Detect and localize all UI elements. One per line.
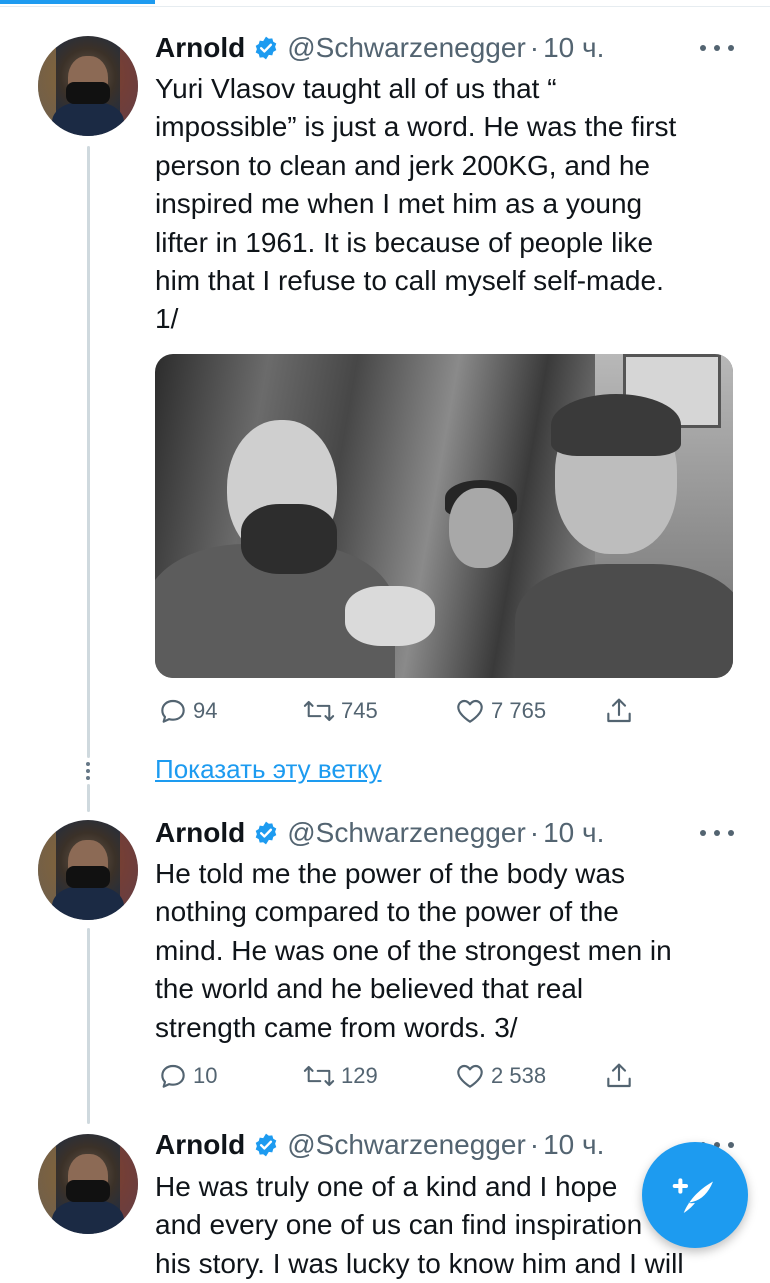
- author-handle[interactable]: @Schwarzenegger: [287, 32, 526, 64]
- compose-feather-icon: [672, 1178, 713, 1213]
- thread-gap-dots: [86, 762, 91, 783]
- compose-tweet-button[interactable]: [642, 1142, 748, 1248]
- retweet-button[interactable]: 129: [301, 1059, 378, 1093]
- like-count: 7 765: [491, 698, 547, 723]
- share-button[interactable]: [603, 1059, 635, 1093]
- tweet-time[interactable]: 10 ч.: [543, 32, 604, 64]
- author-name[interactable]: Arnold: [155, 32, 245, 64]
- author-name[interactable]: Arnold: [155, 817, 245, 849]
- thread-line: [87, 146, 90, 758]
- author-handle[interactable]: @Schwarzenegger: [287, 817, 526, 849]
- verified-badge-icon: [253, 35, 279, 61]
- share-button[interactable]: [603, 694, 635, 728]
- reply-count: 10: [193, 1063, 218, 1088]
- tweet-header: Arnold @Schwarzenegger · 10 ч.: [155, 28, 604, 68]
- heart-icon: [457, 1064, 483, 1088]
- thread-line: [87, 784, 90, 812]
- more-dots-icon[interactable]: [700, 813, 734, 853]
- separator-dot: ·: [529, 1129, 540, 1160]
- separator-dot: ·: [529, 32, 540, 63]
- active-tab-indicator: [0, 0, 155, 4]
- tweet-time[interactable]: 10 ч.: [543, 817, 604, 849]
- avatar[interactable]: [38, 36, 138, 136]
- author-handle[interactable]: @Schwarzenegger: [287, 1129, 526, 1161]
- retweet-button[interactable]: 745: [301, 694, 378, 728]
- heart-icon: [457, 699, 483, 723]
- tweet-text: He told me the power of the body was not…: [155, 858, 672, 1043]
- share-upload-icon: [607, 1063, 631, 1088]
- retweet-count: 129: [341, 1063, 378, 1088]
- avatar[interactable]: [38, 1134, 138, 1234]
- share-upload-icon: [607, 698, 631, 723]
- thread-line: [87, 928, 90, 1124]
- tweet-time[interactable]: 10 ч.: [543, 1129, 604, 1161]
- retweet-arrows-icon: [303, 1065, 335, 1087]
- like-count: 2 538: [491, 1063, 547, 1088]
- tweet-header: Arnold @Schwarzenegger · 10 ч.: [155, 1125, 604, 1165]
- tweet-header: Arnold @Schwarzenegger · 10 ч.: [155, 813, 604, 853]
- verified-badge-icon: [253, 1132, 279, 1158]
- like-button[interactable]: 2 538: [453, 1059, 546, 1093]
- like-button[interactable]: 7 765: [453, 694, 546, 728]
- author-name[interactable]: Arnold: [155, 1129, 245, 1161]
- avatar[interactable]: [38, 820, 138, 920]
- reply-button[interactable]: 10: [157, 1059, 217, 1093]
- retweet-arrows-icon: [303, 700, 335, 722]
- reply-count: 94: [193, 698, 218, 723]
- retweet-count: 745: [341, 698, 378, 723]
- separator-dot: ·: [529, 817, 540, 848]
- tweet-photo[interactable]: [155, 354, 733, 678]
- verified-badge-icon: [253, 820, 279, 846]
- reply-button[interactable]: 94: [157, 694, 217, 728]
- reply-bubble-icon: [161, 699, 185, 723]
- show-thread-link[interactable]: Показать эту ветку: [155, 754, 382, 785]
- tweet-actions: 10 129 2 538: [155, 1059, 655, 1093]
- tweet-actions: 94 745 7 765: [155, 694, 655, 728]
- reply-bubble-icon: [161, 1064, 185, 1088]
- tweet-text: Yuri Vlasov taught all of us that “ impo…: [155, 73, 677, 335]
- more-dots-icon[interactable]: [700, 28, 734, 68]
